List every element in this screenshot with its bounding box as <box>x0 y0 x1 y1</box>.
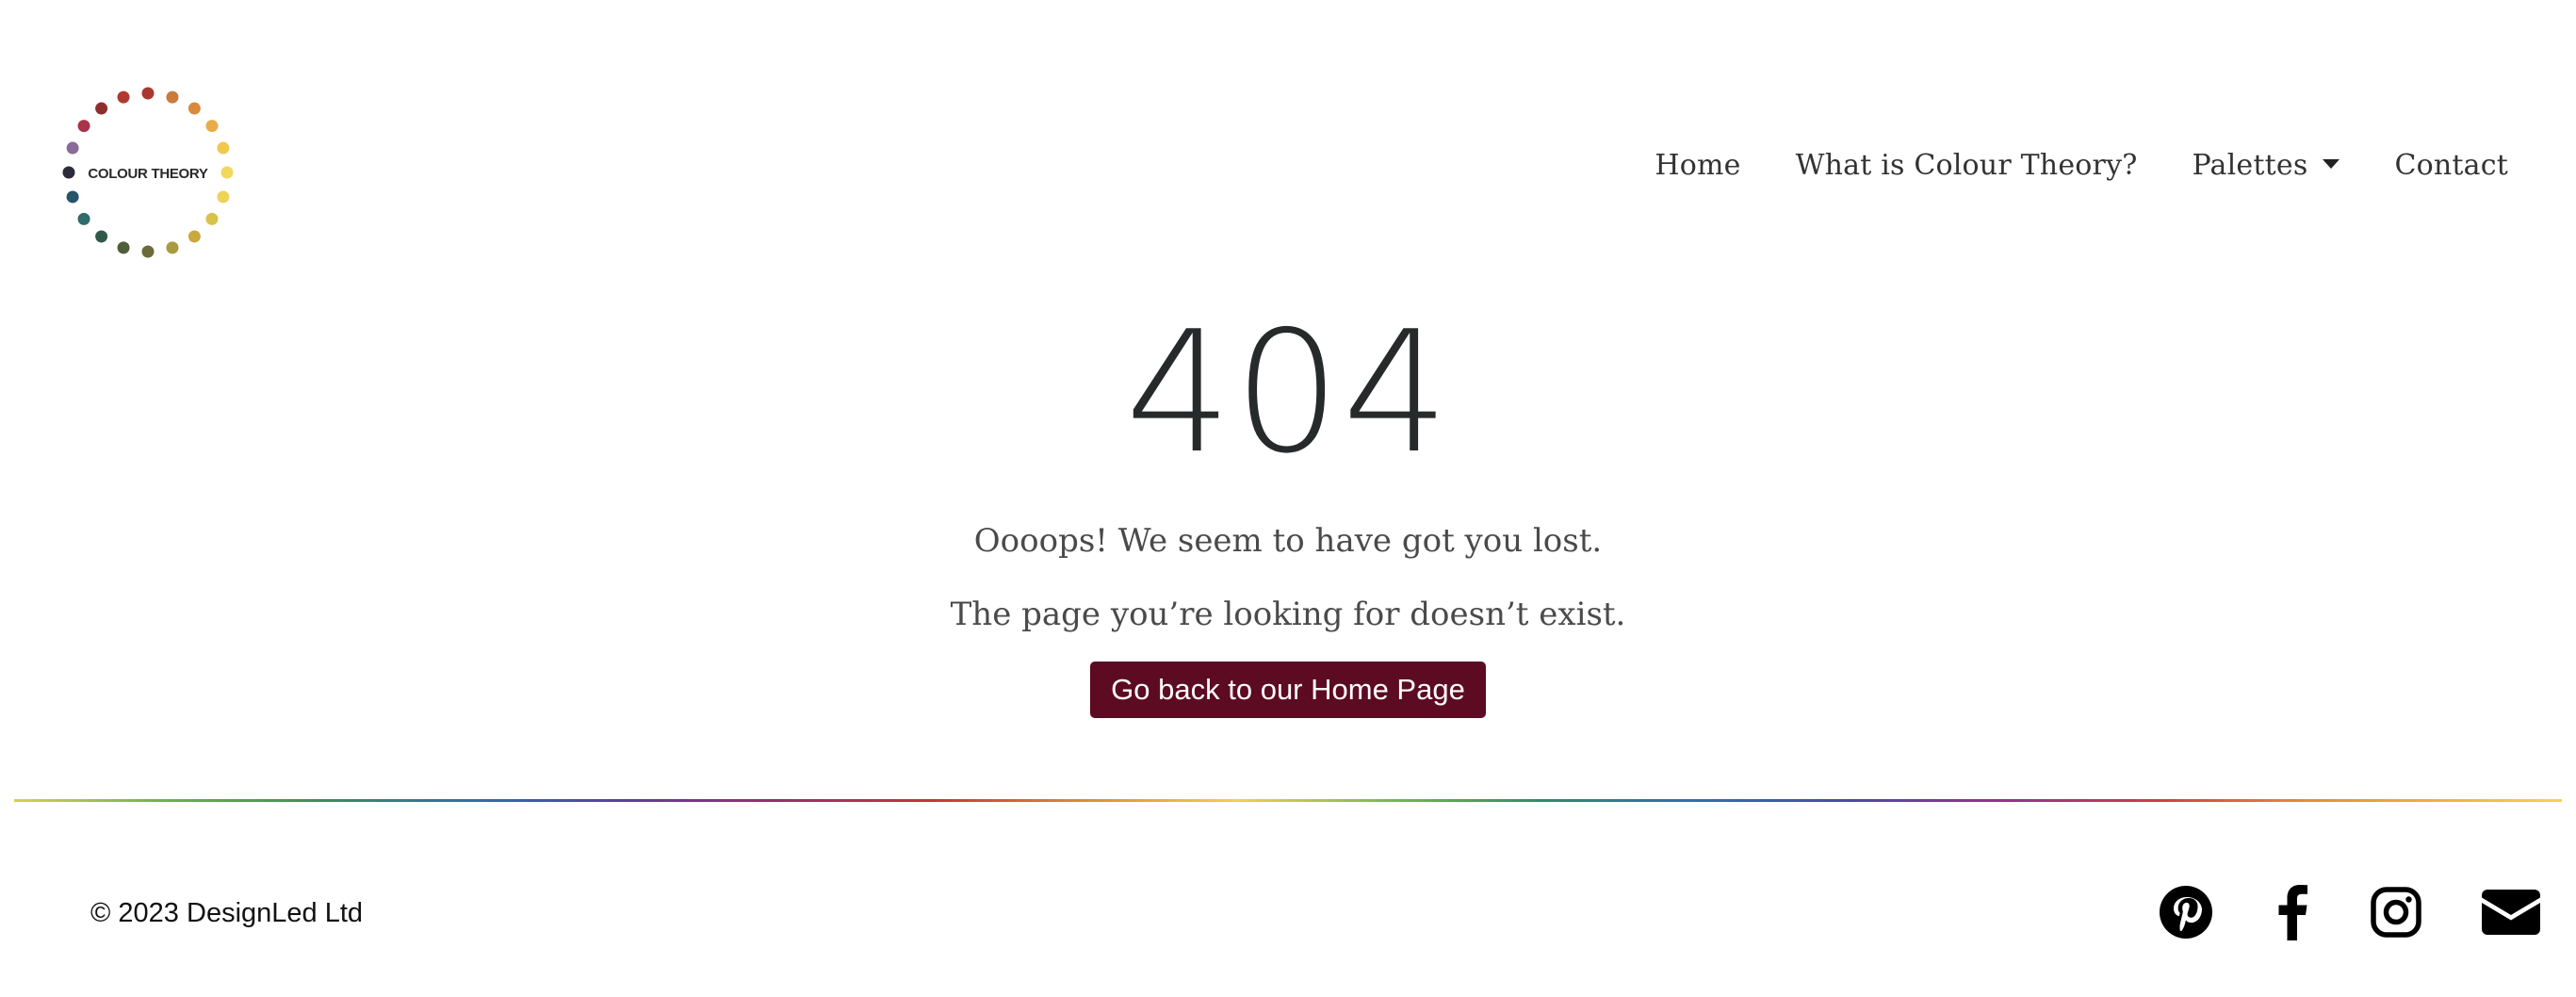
logo-dot <box>217 141 230 155</box>
logo-dot <box>217 190 230 204</box>
logo-dot <box>141 87 155 100</box>
logo-dot <box>117 90 130 104</box>
caret-down-icon <box>2323 158 2340 169</box>
error-content: 404 Oooops! We seem to have got you lost… <box>0 283 2576 718</box>
logo-dot <box>66 190 79 204</box>
nav-what-is-colour-theory[interactable]: What is Colour Theory? <box>1796 149 2138 182</box>
logo-dot <box>95 102 108 115</box>
error-code: 404 <box>1125 295 1451 490</box>
nav-what-is-colour-theory-label: What is Colour Theory? <box>1795 149 2138 182</box>
facebook-icon[interactable] <box>2273 884 2310 940</box>
logo-dot <box>166 241 179 254</box>
nav-contact[interactable]: Contact <box>2394 149 2508 182</box>
logo-dot <box>77 212 90 225</box>
rainbow-divider <box>14 799 2562 802</box>
logo-dot <box>95 230 108 243</box>
logo-dot <box>205 212 219 225</box>
nav-contact-label: Contact <box>2394 149 2508 182</box>
nav-home[interactable]: Home <box>1655 149 1740 182</box>
email-icon[interactable] <box>2482 890 2540 935</box>
nav-palettes[interactable]: Palettes <box>2193 149 2340 182</box>
copyright-text: © 2023 DesignLed Ltd <box>90 898 364 928</box>
site-logo[interactable]: COLOUR THEORY <box>58 83 247 271</box>
logo-dot <box>187 230 201 243</box>
error-message-lost: Oooops! We seem to have got you lost. <box>973 522 1603 560</box>
error-message-not-exist: The page you’re looking for doesn’t exis… <box>950 596 1626 633</box>
instagram-icon[interactable] <box>2371 887 2421 938</box>
pinterest-icon[interactable] <box>2160 886 2212 939</box>
go-home-button[interactable]: Go back to our Home Page <box>1090 662 1486 718</box>
logo-dot <box>66 141 79 155</box>
social-links <box>2160 884 2540 940</box>
logo-dot <box>117 241 130 254</box>
nav-palettes-label: Palettes <box>2192 149 2308 182</box>
main-nav: Home What is Colour Theory? Palettes Con… <box>1655 149 2508 182</box>
logo-dot <box>205 120 219 133</box>
nav-home-label: Home <box>1655 149 1741 182</box>
logo-text: COLOUR THEORY <box>88 166 208 182</box>
logo-dot <box>187 102 201 115</box>
logo-dot <box>166 90 179 104</box>
logo-dot <box>77 120 90 133</box>
logo-dot <box>141 245 155 258</box>
